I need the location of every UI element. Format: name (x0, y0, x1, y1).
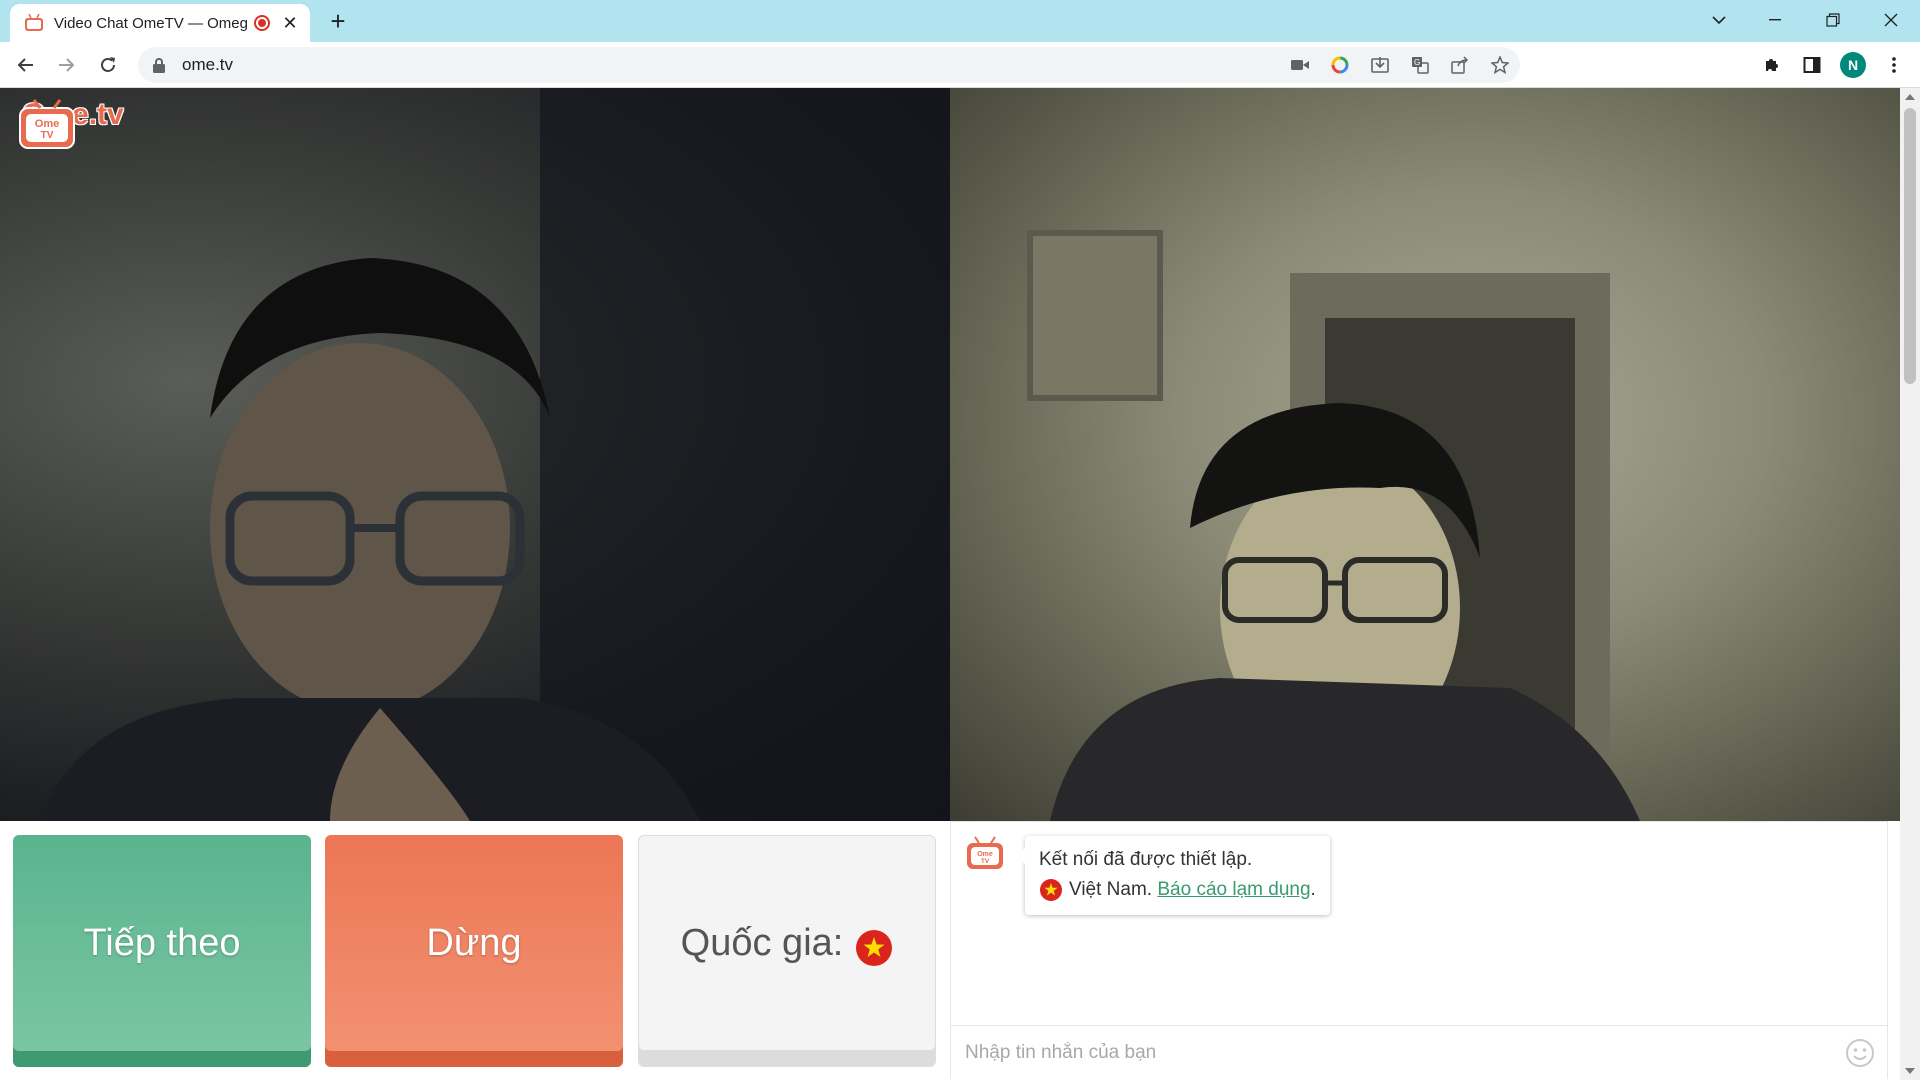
browser-menu-button[interactable] (1878, 49, 1910, 81)
camera-icon[interactable] (1280, 47, 1320, 83)
kebab-menu-icon (1892, 57, 1896, 73)
connection-status-text: Kết nối đã được thiết lập. (1039, 849, 1253, 870)
star-icon[interactable] (1480, 47, 1520, 83)
recording-indicator-icon (254, 15, 270, 31)
scroll-up-icon[interactable] (1905, 94, 1915, 100)
address-bar[interactable]: ome.tv G (138, 47, 1520, 83)
chat-panel: Ome TV Kết nối đã được thiết lập. Việt N… (950, 821, 1888, 1079)
ometv-bot-icon: Ome TV (967, 836, 1003, 869)
side-panel-button[interactable] (1796, 49, 1828, 81)
scrollbar-thumb[interactable] (1904, 108, 1916, 384)
back-button[interactable] (10, 49, 42, 81)
svg-text:Ome: Ome (35, 118, 59, 130)
install-icon[interactable] (1360, 47, 1400, 83)
smiley-icon[interactable] (1845, 1038, 1875, 1068)
local-video-feed (40, 88, 950, 821)
vietnam-flag-icon (856, 930, 893, 966)
ometv-logo[interactable]: Ome TV Ome.tv (18, 98, 124, 149)
lock-icon (153, 58, 165, 73)
ometv-page: Ome TV Ome.tv Tiếp theo Dừng Quốc gia: (0, 88, 1900, 1080)
reload-button[interactable] (92, 49, 124, 81)
svg-text:Ome: Ome (977, 851, 993, 858)
page-scrollbar[interactable] (1900, 88, 1920, 1080)
remote-video (950, 88, 1900, 821)
profile-avatar[interactable]: N (1840, 52, 1866, 78)
browser-tab[interactable]: Video Chat OmeTV — Omegle ✕ (10, 4, 310, 42)
message-bubble: Kết nối đã được thiết lập. Việt Nam. Báo… (1017, 836, 1330, 915)
country-label: Quốc gia: (680, 921, 844, 964)
partner-country: Việt Nam. (1069, 879, 1153, 900)
country-select-button[interactable]: Quốc gia: (638, 835, 936, 1067)
url-text: ome.tv (182, 55, 234, 74)
report-suffix: . (1310, 879, 1316, 900)
tab-search-icon[interactable] (1690, 0, 1748, 40)
vietnam-flag-icon (1040, 879, 1062, 901)
report-abuse-link[interactable]: Báo cáo lạm dụng (1157, 875, 1310, 905)
close-window-icon[interactable] (1862, 0, 1920, 40)
next-button-label: Tiếp theo (83, 921, 241, 964)
svg-text:G: G (1414, 58, 1420, 67)
new-tab-button[interactable]: + (322, 6, 354, 38)
share-icon[interactable] (1440, 47, 1480, 83)
arrow-left-icon (17, 58, 33, 72)
tv-logo-icon: Ome TV (19, 99, 75, 149)
arrow-right-icon (59, 58, 75, 72)
side-panel-icon (1803, 57, 1821, 73)
scroll-down-icon[interactable] (1905, 1068, 1915, 1074)
chat-input-bar (951, 1025, 1887, 1079)
minimize-icon[interactable] (1746, 0, 1804, 40)
remote-video-feed (1027, 230, 1640, 821)
forward-button[interactable] (50, 49, 82, 81)
close-tab-icon[interactable]: ✕ (280, 13, 300, 34)
reload-icon (101, 57, 115, 72)
next-button[interactable]: Tiếp theo (13, 835, 311, 1067)
svg-text:TV: TV (41, 130, 54, 141)
translate-icon[interactable]: G (1400, 47, 1440, 83)
stop-button[interactable]: Dừng (325, 835, 623, 1067)
ometv-favicon-icon (25, 14, 43, 31)
extensions-button[interactable] (1756, 49, 1788, 81)
system-message: Ome TV Kết nối đã được thiết lập. Việt N… (965, 836, 1330, 915)
svg-text:TV: TV (981, 858, 990, 865)
google-icon[interactable] (1320, 47, 1360, 83)
message-input[interactable] (965, 1041, 1825, 1064)
tab-title: Video Chat OmeTV — Omegle (54, 14, 248, 32)
tab-strip: Video Chat OmeTV — Omegle ✕ + (0, 0, 1920, 42)
puzzle-icon (1766, 59, 1778, 71)
browser-toolbar: ome.tv G N (0, 42, 1920, 88)
stop-button-label: Dừng (426, 921, 522, 964)
local-video: Ome TV Ome.tv (0, 88, 950, 821)
restore-icon[interactable] (1804, 0, 1862, 40)
